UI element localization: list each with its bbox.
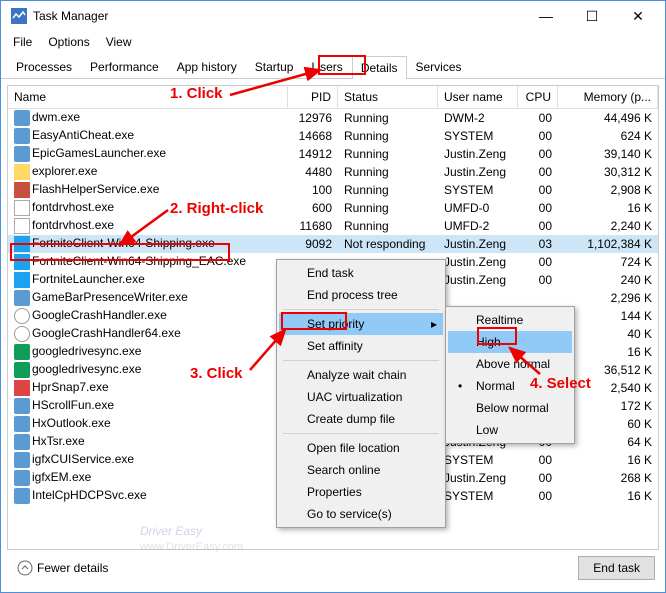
table-row[interactable]: FortniteClient-Win64-Shipping.exe9092Not… bbox=[8, 235, 658, 253]
ctx-end-tree[interactable]: End process tree bbox=[279, 284, 443, 306]
process-icon bbox=[14, 416, 30, 432]
priority-submenu: Realtime High Above normal • Normal Below… bbox=[445, 306, 575, 444]
col-cpu[interactable]: CPU bbox=[518, 86, 558, 108]
tab-startup[interactable]: Startup bbox=[246, 55, 303, 78]
process-icon bbox=[14, 128, 30, 144]
priority-below[interactable]: Below normal bbox=[448, 397, 572, 419]
col-pid[interactable]: PID bbox=[288, 86, 338, 108]
col-mem[interactable]: Memory (p... bbox=[558, 86, 658, 108]
process-icon bbox=[14, 236, 30, 252]
process-icon bbox=[14, 164, 30, 180]
titlebar: Task Manager — ☐ ✕ bbox=[1, 1, 665, 31]
process-icon bbox=[14, 380, 30, 396]
minimize-button[interactable]: — bbox=[523, 1, 569, 31]
process-icon bbox=[14, 326, 30, 342]
process-icon bbox=[14, 254, 30, 270]
chevron-up-icon bbox=[17, 560, 33, 576]
col-status[interactable]: Status bbox=[338, 86, 438, 108]
ctx-sep bbox=[283, 360, 439, 361]
process-icon bbox=[14, 110, 30, 126]
process-icon bbox=[14, 362, 30, 378]
priority-high[interactable]: High bbox=[448, 331, 572, 353]
ctx-set-priority-label: Set priority bbox=[307, 317, 364, 331]
process-icon bbox=[14, 182, 30, 198]
end-task-button[interactable]: End task bbox=[578, 556, 655, 580]
table-row[interactable]: FlashHelperService.exe100RunningSYSTEM00… bbox=[8, 181, 658, 199]
ctx-uac[interactable]: UAC virtualization bbox=[279, 386, 443, 408]
process-icon bbox=[14, 344, 30, 360]
tab-users[interactable]: Users bbox=[302, 55, 351, 78]
process-icon bbox=[14, 146, 30, 162]
menu-options[interactable]: Options bbox=[40, 33, 97, 51]
ctx-search[interactable]: Search online bbox=[279, 459, 443, 481]
ctx-set-affinity[interactable]: Set affinity bbox=[279, 335, 443, 357]
ctx-sep bbox=[283, 309, 439, 310]
chevron-right-icon: ▸ bbox=[431, 317, 437, 331]
table-header: Name PID Status User name CPU Memory (p.… bbox=[8, 86, 658, 109]
ctx-goto[interactable]: Go to service(s) bbox=[279, 503, 443, 525]
fewer-details-button[interactable]: Fewer details bbox=[11, 558, 114, 578]
table-row[interactable]: EasyAntiCheat.exe14668RunningSYSTEM00624… bbox=[8, 127, 658, 145]
process-icon bbox=[14, 398, 30, 414]
app-icon bbox=[11, 8, 27, 24]
process-icon bbox=[14, 272, 30, 288]
process-icon bbox=[14, 218, 30, 234]
col-name[interactable]: Name bbox=[8, 86, 288, 108]
close-button[interactable]: ✕ bbox=[615, 1, 661, 31]
bullet-icon: • bbox=[458, 379, 462, 393]
menubar: File Options View bbox=[1, 31, 665, 53]
process-icon bbox=[14, 290, 30, 306]
menu-view[interactable]: View bbox=[98, 33, 140, 51]
table-row[interactable]: explorer.exe4480RunningJustin.Zeng0030,3… bbox=[8, 163, 658, 181]
tab-processes[interactable]: Processes bbox=[7, 55, 81, 78]
process-icon bbox=[14, 452, 30, 468]
menu-file[interactable]: File bbox=[5, 33, 40, 51]
ctx-open-loc[interactable]: Open file location bbox=[279, 437, 443, 459]
ctx-dump[interactable]: Create dump file bbox=[279, 408, 443, 430]
table-row[interactable]: fontdrvhost.exe11680RunningUMFD-2002,240… bbox=[8, 217, 658, 235]
table-row[interactable]: EpicGamesLauncher.exe14912RunningJustin.… bbox=[8, 145, 658, 163]
process-icon bbox=[14, 200, 30, 216]
maximize-button[interactable]: ☐ bbox=[569, 1, 615, 31]
process-icon bbox=[14, 488, 30, 504]
ctx-props[interactable]: Properties bbox=[279, 481, 443, 503]
table-row[interactable]: fontdrvhost.exe600RunningUMFD-00016 K bbox=[8, 199, 658, 217]
ctx-sep bbox=[283, 433, 439, 434]
tab-services[interactable]: Services bbox=[407, 55, 471, 78]
priority-realtime[interactable]: Realtime bbox=[448, 309, 572, 331]
fewer-details-label: Fewer details bbox=[37, 561, 108, 575]
priority-above[interactable]: Above normal bbox=[448, 353, 572, 375]
priority-normal[interactable]: • Normal bbox=[448, 375, 572, 397]
footer: Fewer details End task bbox=[7, 550, 659, 586]
priority-normal-label: Normal bbox=[476, 379, 515, 393]
tab-performance[interactable]: Performance bbox=[81, 55, 168, 78]
tab-strip: ProcessesPerformanceApp historyStartupUs… bbox=[1, 55, 665, 79]
process-icon bbox=[14, 434, 30, 450]
window-title: Task Manager bbox=[33, 9, 523, 23]
process-icon bbox=[14, 470, 30, 486]
tab-app-history[interactable]: App history bbox=[168, 55, 246, 78]
ctx-analyze[interactable]: Analyze wait chain bbox=[279, 364, 443, 386]
table-row[interactable]: dwm.exe12976RunningDWM-20044,496 K bbox=[8, 109, 658, 127]
tab-details[interactable]: Details bbox=[352, 56, 407, 79]
ctx-end-task[interactable]: End task bbox=[279, 262, 443, 284]
process-icon bbox=[14, 308, 30, 324]
priority-low[interactable]: Low bbox=[448, 419, 572, 441]
context-menu: End task End process tree Set priority▸ … bbox=[276, 259, 446, 528]
col-user[interactable]: User name bbox=[438, 86, 518, 108]
ctx-set-priority[interactable]: Set priority ▸ bbox=[279, 313, 443, 335]
